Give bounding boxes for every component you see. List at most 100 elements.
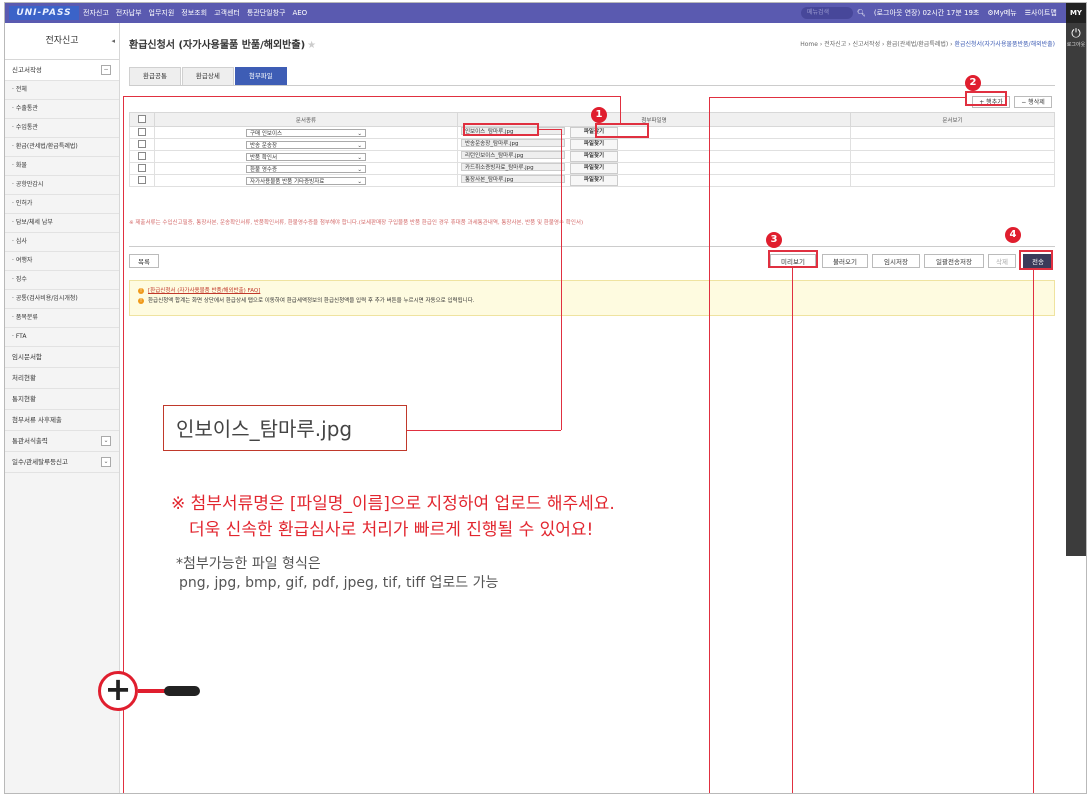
sidebar-item-all[interactable]: · 전체 bbox=[5, 81, 119, 100]
sidebar-group-temp[interactable]: 임시문서함 bbox=[5, 347, 119, 368]
file-name-field[interactable]: 카드취소증빙자료_탐마루.jpg bbox=[461, 163, 565, 171]
find-file-button[interactable]: 파일찾기 bbox=[570, 163, 618, 174]
step-badge-3: 3 bbox=[766, 232, 782, 248]
sidebar-item-cargo[interactable]: · 화물 bbox=[5, 157, 119, 176]
doc-view-cell[interactable] bbox=[850, 138, 1055, 151]
connector-line bbox=[123, 96, 620, 97]
info-icon: ! bbox=[138, 288, 144, 294]
table-row: 반품 확인서 ⌄ 리턴인보이스_탐마루.jpg 파일찾기 bbox=[129, 150, 1055, 163]
nav-edeclaration[interactable]: 전자신고 bbox=[83, 8, 109, 18]
sidebar-group-attachment[interactable]: 첨부서류 사후제출 bbox=[5, 410, 119, 431]
sidebar-item-traveler[interactable]: · 여행자 bbox=[5, 252, 119, 271]
filename-guide-message: ※ 첨부서류명은 [파일명_이름]으로 지정하여 업로드 해주세요. 더욱 신속… bbox=[171, 494, 615, 540]
faq-link[interactable]: [환급신청서 (자가사용물품 반품/해외반출) FAQ] bbox=[148, 288, 260, 294]
row-checkbox[interactable] bbox=[138, 163, 146, 172]
sidebar-item-export[interactable]: · 수출통관 bbox=[5, 100, 119, 119]
sidebar-item-permit[interactable]: · 인허가 bbox=[5, 195, 119, 214]
my-button[interactable]: MY bbox=[1066, 3, 1086, 23]
chevron-down-icon: ⌄ bbox=[357, 166, 362, 173]
tab-refund-detail[interactable]: 환급상세 bbox=[181, 67, 234, 86]
row-checkbox[interactable] bbox=[138, 127, 146, 136]
select-all-checkbox[interactable] bbox=[138, 114, 146, 123]
top-right-tools: 🔍︎ (로그아웃 연장) 02시간 17분 19초 ⚙My메뉴 ☰사이트맵 bbox=[857, 3, 1057, 23]
collapse-arrow-icon[interactable]: ◂ bbox=[111, 23, 115, 59]
file-name-field[interactable]: 통장사본_탐마루.jpg bbox=[461, 175, 565, 183]
sidebar-item-collection[interactable]: · 징수 bbox=[5, 271, 119, 290]
required-docs-note: ※ 제출서류는 수입신고필증, 통장사본, 운송확인서류, 반품확인서류, 환불… bbox=[129, 220, 584, 226]
list-button[interactable]: 목록 bbox=[129, 254, 159, 268]
file-name-field[interactable]: 반송운송장_탐마루.jpg bbox=[461, 139, 565, 147]
sidebar-title: 전자신고 ◂ bbox=[5, 23, 119, 60]
nav-epayment[interactable]: 전자납부 bbox=[116, 8, 142, 18]
row-checkbox[interactable] bbox=[138, 139, 146, 148]
delete-button[interactable]: 삭제 bbox=[988, 254, 1016, 268]
nav-support[interactable]: 업무지원 bbox=[149, 8, 175, 18]
sidebar-item-collateral[interactable]: · 담보/체세 납부 bbox=[5, 214, 119, 233]
sidebar-item-common[interactable]: · 공통(검사비용/임시개청) bbox=[5, 290, 119, 309]
sidebar-group-status[interactable]: 처리현황 bbox=[5, 368, 119, 389]
file-name-field[interactable]: 리턴인보이스_탐마루.jpg bbox=[461, 151, 565, 159]
table-row: 구매 인보이스 ⌄ 인보이스_탐마루.jpg 파일찾기 bbox=[129, 126, 1055, 139]
table-row: 자가사용물품 반품 기타증빙자료 ⌄ 통장사본_탐마루.jpg 파일찾기 bbox=[129, 174, 1055, 187]
nav-customer-center[interactable]: 고객센터 bbox=[214, 8, 240, 18]
mymenu-link[interactable]: ⚙My메뉴 bbox=[987, 8, 1016, 18]
doc-type-select[interactable]: 환불 영수증 ⌄ bbox=[246, 164, 366, 173]
nav-aeo[interactable]: AEO bbox=[292, 9, 307, 17]
connector-line bbox=[792, 268, 793, 793]
doc-type-select[interactable]: 반송 운송장 ⌄ bbox=[246, 140, 366, 149]
tab-bar: 환급공통 환급상세 첨부파일 bbox=[129, 67, 287, 86]
row-checkbox[interactable] bbox=[138, 175, 146, 184]
chevron-down-icon[interactable]: ⌄ bbox=[101, 436, 111, 446]
doc-view-cell[interactable] bbox=[850, 162, 1055, 175]
load-button[interactable]: 불러오기 bbox=[822, 254, 868, 268]
unipass-logo[interactable]: UNI-PASS bbox=[9, 6, 79, 20]
logout-label[interactable]: 로그아웃 bbox=[1066, 41, 1086, 48]
menu-search-input[interactable]: 메뉴검색 bbox=[801, 7, 853, 19]
table-row: 반송 운송장 ⌄ 반송운송장_탐마루.jpg 파일찾기 bbox=[129, 138, 1055, 151]
highlight-preview bbox=[768, 250, 818, 268]
tab-attachment[interactable]: 첨부파일 bbox=[234, 67, 287, 86]
batch-save-button[interactable]: 일괄전송저장 bbox=[924, 254, 984, 268]
chevron-down-icon: ⌄ bbox=[357, 130, 362, 137]
temp-save-button[interactable]: 임시저장 bbox=[872, 254, 920, 268]
power-icon[interactable]: ⏻ bbox=[1066, 26, 1086, 41]
session-timer[interactable]: (로그아웃 연장) 02시간 17분 19초 bbox=[874, 8, 979, 18]
select-all-cell bbox=[129, 112, 155, 127]
info-icon: ! bbox=[138, 298, 144, 304]
minus-icon[interactable]: − bbox=[101, 65, 111, 75]
find-file-button[interactable]: 파일찾기 bbox=[570, 175, 618, 186]
chevron-down-icon[interactable]: ⌄ bbox=[101, 457, 111, 467]
nav-info[interactable]: 정보조회 bbox=[181, 8, 207, 18]
sidebar-section-declaration[interactable]: 신고서작성 − bbox=[5, 60, 119, 81]
connector-line bbox=[1033, 270, 1034, 793]
sidebar-item-classification[interactable]: · 품목분류 bbox=[5, 309, 119, 328]
step-badge-4: 4 bbox=[1005, 227, 1021, 243]
tab-refund-common[interactable]: 환급공통 bbox=[129, 67, 181, 86]
doc-view-cell[interactable] bbox=[850, 174, 1055, 187]
zoomed-filename-callout: 인보이스_탐마루.jpg bbox=[163, 405, 407, 451]
doc-type-select[interactable]: 구매 인보이스 ⌄ bbox=[246, 128, 366, 137]
find-file-button[interactable]: 파일찾기 bbox=[570, 139, 618, 150]
sidebar-item-audit[interactable]: · 심사 bbox=[5, 233, 119, 252]
doc-type-select[interactable]: 반품 확인서 ⌄ bbox=[246, 152, 366, 161]
col-doc-view: 문서보기 bbox=[850, 112, 1055, 127]
sidebar-item-refund[interactable]: · 환급(관세법/환급특례법) bbox=[5, 138, 119, 157]
row-checkbox[interactable] bbox=[138, 151, 146, 160]
delete-row-button[interactable]: − 행삭제 bbox=[1014, 96, 1052, 108]
find-file-button[interactable]: 파일찾기 bbox=[570, 151, 618, 162]
sidebar-item-fta[interactable]: · FTA bbox=[5, 328, 119, 347]
sidebar-item-port[interactable]: · 공항만감시 bbox=[5, 176, 119, 195]
doc-type-select[interactable]: 자가사용물품 반품 기타증빙자료 ⌄ bbox=[246, 176, 366, 185]
sidebar-group-report[interactable]: 일수/관세탈루등신고 ⌄ bbox=[5, 452, 119, 473]
sidebar-item-import[interactable]: · 수입통관 bbox=[5, 119, 119, 138]
star-icon[interactable]: ★ bbox=[307, 40, 316, 51]
sidebar-group-print[interactable]: 통관서식출력 ⌄ bbox=[5, 431, 119, 452]
allowed-formats-message: *첨부가능한 파일 형식은 png, jpg, bmp, gif, pdf, j… bbox=[176, 556, 499, 591]
app-window: UNI-PASS 전자신고 전자납부 업무지원 정보조회 고객센터 통관단일창구… bbox=[4, 2, 1087, 794]
sitemap-link[interactable]: ☰사이트맵 bbox=[1025, 8, 1057, 18]
sidebar-group-notice[interactable]: 통지현황 bbox=[5, 389, 119, 410]
doc-view-cell[interactable] bbox=[850, 150, 1055, 163]
nav-single-window[interactable]: 통관단일창구 bbox=[247, 8, 286, 18]
doc-view-cell[interactable] bbox=[850, 126, 1055, 139]
search-icon[interactable]: 🔍︎ bbox=[857, 9, 866, 17]
